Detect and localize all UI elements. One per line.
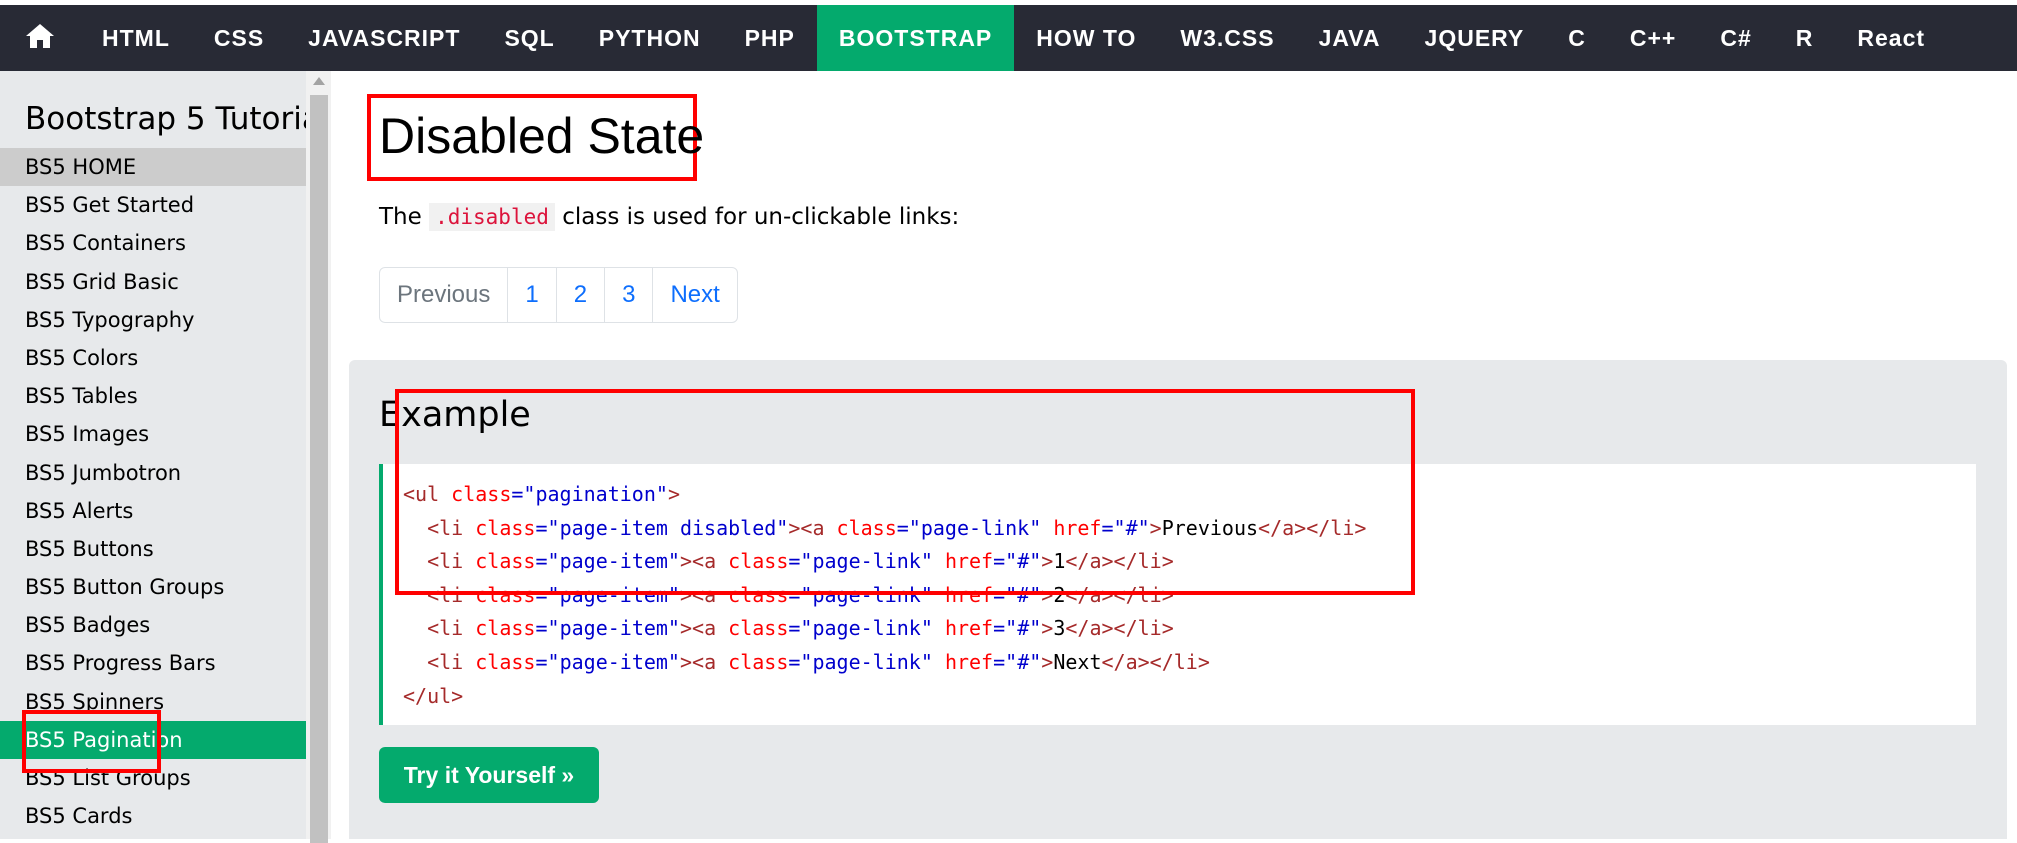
sidebar-item-bs5-colors[interactable]: BS5 Colors	[0, 339, 306, 377]
page-link-3[interactable]: 3	[604, 268, 652, 322]
scrollbar-thumb[interactable]	[310, 95, 328, 843]
nav-item-csharp[interactable]: C#	[1698, 5, 1773, 71]
code-line: </ul>	[403, 683, 464, 708]
code-block: <ul class="pagination"> <li class="page-…	[379, 464, 1976, 725]
nav-item-c[interactable]: C	[1546, 5, 1608, 71]
nav-item-how-to[interactable]: HOW TO	[1014, 5, 1158, 71]
sidebar-item-bs5-progress-bars[interactable]: BS5 Progress Bars	[0, 644, 306, 682]
nav-item-react[interactable]: React	[1835, 5, 1947, 71]
intro-text: The .disabled class is used for un-click…	[379, 203, 960, 231]
sidebar-item-bs5-pagination[interactable]: BS5 Pagination	[0, 720, 306, 759]
try-it-yourself-button[interactable]: Try it Yourself »	[379, 747, 599, 803]
sidebar-item-bs5-spinners[interactable]: BS5 Spinners	[0, 683, 306, 721]
main-content: Disabled State The .disabled class is us…	[331, 71, 2017, 839]
sidebar-list: BS5 HOME BS5 Get Started BS5 Containers BS5…	[0, 148, 306, 835]
sidebar-item-bs5-get-started[interactable]: BS5 Get Started	[0, 186, 306, 224]
sidebar-item-bs5-buttons[interactable]: BS5 Buttons	[0, 530, 306, 568]
nav-item-java[interactable]: JAVA	[1297, 5, 1403, 71]
intro-after: class is used for un-clickable links:	[562, 204, 960, 230]
nav-item-javascript[interactable]: JAVASCRIPT	[286, 5, 482, 71]
scroll-up-arrow-icon[interactable]	[313, 77, 325, 85]
nav-item-r[interactable]: R	[1774, 5, 1836, 71]
code-line: <li class="page-item"><a class="page-lin…	[427, 582, 1174, 607]
nav-item-html[interactable]: HTML	[80, 5, 192, 71]
code-lines: <ul class="pagination"> <li class="page-…	[403, 478, 1366, 713]
sidebar-item-bs5-cards[interactable]: BS5 Cards	[0, 797, 306, 835]
sidebar: Bootstrap 5 Tutorial BS5 HOME BS5 Get Sta…	[0, 71, 306, 839]
sidebar-item-bs5-typography[interactable]: BS5 Typography	[0, 301, 306, 339]
sidebar-item-bs5-button-groups[interactable]: BS5 Button Groups	[0, 568, 306, 606]
code-line: <li class="page-item"><a class="page-lin…	[427, 549, 1174, 574]
nav-item-php[interactable]: PHP	[723, 5, 817, 71]
page-link-2[interactable]: 2	[555, 268, 604, 322]
sidebar-item-bs5-jumbotron[interactable]: BS5 Jumbotron	[0, 454, 306, 492]
nav-item-python[interactable]: PYTHON	[577, 5, 723, 71]
intro-before: The	[379, 204, 422, 230]
sidebar-item-bs5-containers[interactable]: BS5 Containers	[0, 224, 306, 262]
sidebar-item-bs5-badges[interactable]: BS5 Badges	[0, 606, 306, 644]
nav-item-bootstrap[interactable]: BOOTSTRAP	[816, 5, 1015, 71]
sidebar-item-bs5-alerts[interactable]: BS5 Alerts	[0, 492, 306, 530]
page-link-1[interactable]: 1	[507, 268, 555, 322]
sidebar-scrollbar[interactable]	[306, 71, 331, 843]
nav-item-jquery[interactable]: JQUERY	[1403, 5, 1547, 71]
sidebar-title: Bootstrap 5 Tutorial	[25, 101, 306, 137]
page-link-next[interactable]: Next	[652, 268, 736, 322]
sidebar-item-bs5-images[interactable]: BS5 Images	[0, 415, 306, 453]
home-icon	[25, 23, 55, 53]
page-link-previous: Previous	[397, 281, 491, 308]
example-title: Example	[379, 395, 531, 435]
home-button[interactable]	[0, 5, 80, 71]
nav-item-cplusplus[interactable]: C++	[1608, 5, 1698, 71]
code-line: <li class="page-item"><a class="page-lin…	[427, 616, 1174, 641]
nav-item-w3-css[interactable]: W3.CSS	[1158, 5, 1296, 71]
page-title: Disabled State	[379, 108, 705, 164]
code-line: <ul class="pagination">	[403, 482, 680, 506]
topnav-items: HTML CSS JAVASCRIPT SQL PYTHON PHP BOOTSTRAP HO…	[80, 5, 1947, 71]
top-navigation: HTML CSS JAVASCRIPT SQL PYTHON PHP BOOTSTRAP HO…	[0, 5, 2017, 71]
code-line: <li class="page-item"><a class="page-lin…	[427, 649, 1210, 674]
sidebar-item-bs5-grid-basic[interactable]: BS5 Grid Basic	[0, 263, 306, 301]
sidebar-item-bs5-list-groups[interactable]: BS5 List Groups	[0, 759, 306, 797]
nav-item-sql[interactable]: SQL	[482, 5, 576, 71]
code-line: <li class="page-item disabled"><a class=…	[427, 515, 1367, 540]
pagination: Previous 1 2 3 Next	[379, 267, 738, 323]
inline-code: .disabled	[429, 203, 555, 231]
sidebar-item-bs5-home[interactable]: BS5 HOME	[0, 148, 306, 187]
sidebar-item-bs5-tables[interactable]: BS5 Tables	[0, 377, 306, 415]
nav-item-css[interactable]: CSS	[192, 5, 286, 71]
